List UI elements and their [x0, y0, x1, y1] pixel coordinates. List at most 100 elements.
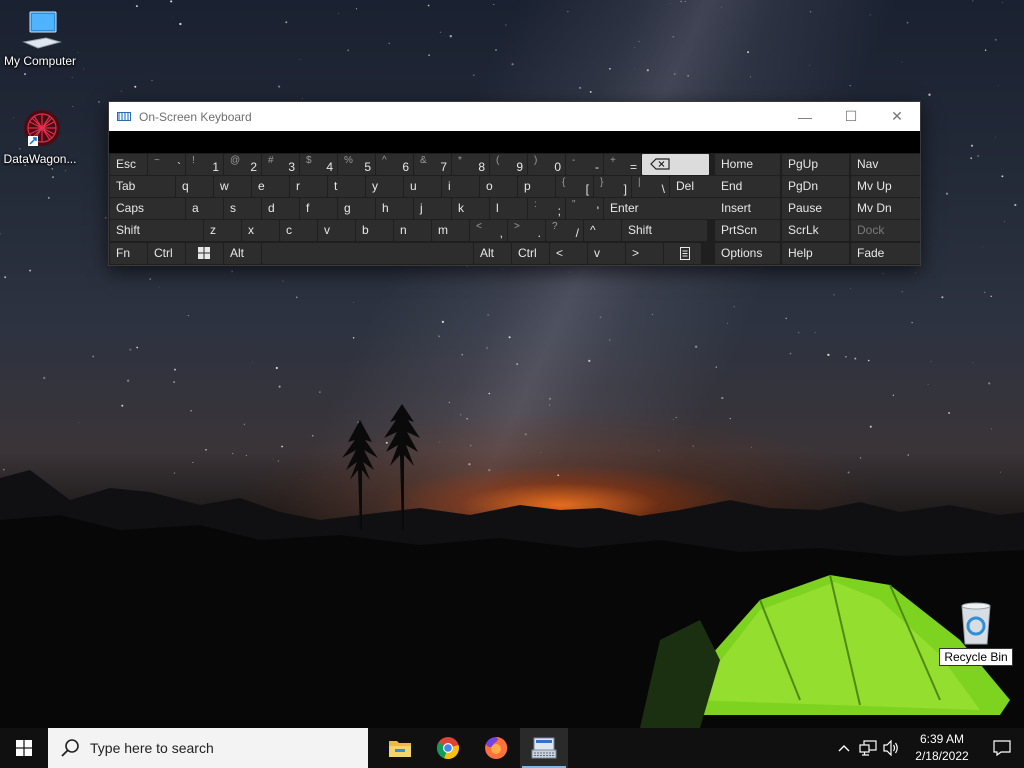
key-symbol[interactable]: <: [550, 243, 587, 264]
start-button[interactable]: [0, 728, 48, 768]
key-z[interactable]: z: [204, 220, 241, 241]
key-w[interactable]: w: [214, 176, 251, 197]
key-symbol[interactable]: " ': [566, 198, 603, 219]
key-m[interactable]: m: [432, 220, 469, 241]
key-d[interactable]: d: [262, 198, 299, 219]
key-p[interactable]: p: [518, 176, 555, 197]
network-button[interactable]: [856, 728, 880, 768]
key-pause[interactable]: Pause: [782, 198, 849, 219]
key-shift[interactable]: Shift: [110, 220, 203, 241]
key-o[interactable]: o: [480, 176, 517, 197]
key-symbol[interactable]: {[: [556, 176, 593, 197]
key-v[interactable]: v: [318, 220, 355, 241]
key-ctrl[interactable]: Ctrl: [148, 243, 185, 264]
maximize-button[interactable]: ☐: [828, 102, 874, 131]
key-options[interactable]: Options: [715, 243, 780, 264]
key-s[interactable]: s: [224, 198, 261, 219]
key-1[interactable]: ! 1: [186, 154, 223, 175]
key-symbol[interactable]: | \: [632, 176, 669, 197]
key-symbol[interactable]: ? /: [546, 220, 583, 241]
key-tab[interactable]: Tab: [110, 176, 175, 197]
desktop-icon-datawagon[interactable]: DataWagon...: [0, 106, 80, 166]
action-center-button[interactable]: [980, 728, 1024, 768]
key-g[interactable]: g: [338, 198, 375, 219]
taskbar-on-screen-keyboard[interactable]: [520, 728, 568, 768]
key-y[interactable]: y: [366, 176, 403, 197]
key-0[interactable]: ) 0: [528, 154, 565, 175]
key-esc[interactable]: Esc: [110, 154, 147, 175]
key-insert[interactable]: Insert: [715, 198, 780, 219]
key-symbol[interactable]: ~ `: [148, 154, 185, 175]
osk-title-bar[interactable]: On-Screen Keyboard — ☐ ✕: [109, 102, 920, 131]
taskbar-search-box[interactable]: Type here to search: [48, 728, 368, 768]
key-context-menu[interactable]: [664, 243, 701, 264]
key-c[interactable]: c: [280, 220, 317, 241]
key-symbol[interactable]: + =: [604, 154, 641, 175]
key-q[interactable]: q: [176, 176, 213, 197]
key-u[interactable]: u: [404, 176, 441, 197]
desktop-icon-my-computer[interactable]: My Computer: [0, 8, 80, 68]
key-h[interactable]: h: [376, 198, 413, 219]
key-fn[interactable]: Fn: [110, 243, 147, 264]
desktop-icon-recycle-bin[interactable]: Recycle Bin: [936, 602, 1016, 666]
volume-button[interactable]: [880, 728, 904, 768]
key-v[interactable]: v: [588, 243, 625, 264]
key-windows-logo[interactable]: [186, 243, 223, 264]
key-enter[interactable]: Enter: [604, 198, 717, 219]
key-j[interactable]: j: [414, 198, 451, 219]
key-symbol[interactable]: <,: [470, 220, 507, 241]
taskbar-clock[interactable]: 6:39 AM 2/18/2022: [904, 731, 980, 765]
key-backspace[interactable]: [642, 154, 709, 175]
key-alt[interactable]: Alt: [474, 243, 511, 264]
key-i[interactable]: i: [442, 176, 479, 197]
key-8[interactable]: * 8: [452, 154, 489, 175]
key-e[interactable]: e: [252, 176, 289, 197]
key-k[interactable]: k: [452, 198, 489, 219]
recycle-bin-rename-field[interactable]: Recycle Bin: [939, 648, 1013, 666]
key-caps[interactable]: Caps: [110, 198, 185, 219]
key-help[interactable]: Help: [782, 243, 849, 264]
key-space[interactable]: [262, 243, 473, 264]
on-screen-keyboard-window[interactable]: On-Screen Keyboard — ☐ ✕ Esc ~ `! 1 @2 #3 $4% 5…: [108, 101, 921, 266]
minimize-button[interactable]: —: [782, 102, 828, 131]
key-6[interactable]: ^ 6: [376, 154, 413, 175]
taskbar-firefox[interactable]: [472, 728, 520, 768]
key-f[interactable]: f: [300, 198, 337, 219]
key-home[interactable]: Home: [715, 154, 780, 175]
key-scrlk[interactable]: ScrLk: [782, 220, 849, 241]
key-symbol[interactable]: ^: [584, 220, 621, 241]
key-4[interactable]: $4: [300, 154, 337, 175]
key-l[interactable]: l: [490, 198, 527, 219]
key-pgup[interactable]: PgUp: [782, 154, 849, 175]
key-mv-up[interactable]: Mv Up: [851, 176, 920, 197]
key-prtscn[interactable]: PrtScn: [715, 220, 780, 241]
key-r[interactable]: r: [290, 176, 327, 197]
key-3[interactable]: #3: [262, 154, 299, 175]
key-t[interactable]: t: [328, 176, 365, 197]
key-fade[interactable]: Fade: [851, 243, 920, 264]
key-nav[interactable]: Nav: [851, 154, 920, 175]
key-7[interactable]: & 7: [414, 154, 451, 175]
key-dock[interactable]: Dock: [851, 220, 920, 241]
key-symbol[interactable]: >.: [508, 220, 545, 241]
key-b[interactable]: b: [356, 220, 393, 241]
key-symbol[interactable]: }]: [594, 176, 631, 197]
key-n[interactable]: n: [394, 220, 431, 241]
key-del[interactable]: Del: [670, 176, 717, 197]
key-a[interactable]: a: [186, 198, 223, 219]
close-button[interactable]: ✕: [874, 102, 920, 131]
taskbar-file-explorer[interactable]: [376, 728, 424, 768]
key-9[interactable]: (9: [490, 154, 527, 175]
key-symbol[interactable]: >: [626, 243, 663, 264]
show-hidden-icons-button[interactable]: [832, 728, 856, 768]
key-ctrl[interactable]: Ctrl: [512, 243, 549, 264]
key-x[interactable]: x: [242, 220, 279, 241]
key-end[interactable]: End: [715, 176, 780, 197]
key-mv-dn[interactable]: Mv Dn: [851, 198, 920, 219]
taskbar-chrome[interactable]: [424, 728, 472, 768]
key-alt[interactable]: Alt: [224, 243, 261, 264]
key-pgdn[interactable]: PgDn: [782, 176, 849, 197]
key-2[interactable]: @2: [224, 154, 261, 175]
key-symbol[interactable]: --: [566, 154, 603, 175]
key-symbol[interactable]: :;: [528, 198, 565, 219]
